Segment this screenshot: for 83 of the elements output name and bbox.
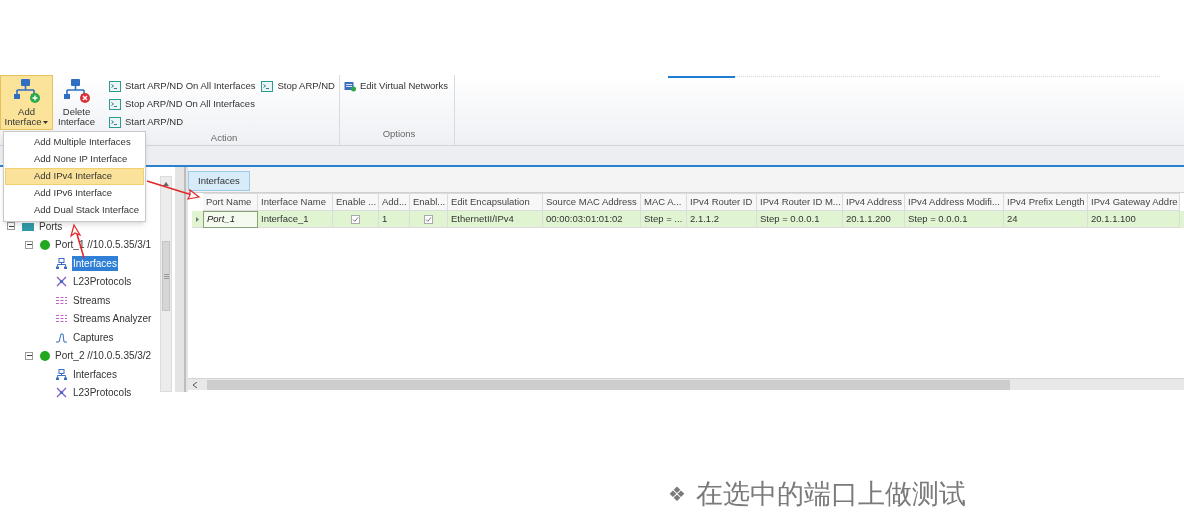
menu-item[interactable]: Add Multiple Interfaces bbox=[5, 134, 144, 151]
scroll-thumb[interactable] bbox=[162, 241, 170, 311]
column-header[interactable]: Source MAC Address bbox=[543, 193, 641, 211]
column-header[interactable]: Enable ... bbox=[333, 193, 379, 211]
command-button[interactable]: Start ARP/ND bbox=[109, 113, 256, 131]
minus-icon bbox=[8, 223, 14, 229]
tree-item[interactable]: Interfaces bbox=[72, 366, 118, 382]
table-cell: Interface_1 bbox=[258, 211, 333, 228]
tree-item[interactable]: Streams Analyzer bbox=[72, 311, 153, 327]
table-cell: 00:00:03:01:01:02 bbox=[543, 211, 641, 228]
terminal-icon bbox=[109, 80, 121, 92]
menu-item[interactable]: Add Dual Stack Interface bbox=[5, 202, 144, 219]
table-cell: Step = ... bbox=[641, 211, 687, 228]
cell-input[interactable]: Port_1 bbox=[203, 211, 258, 228]
bullet-glyph: ❖ bbox=[668, 481, 686, 509]
table-cell: EthernetII/IPv4 bbox=[448, 211, 543, 228]
column-header[interactable]: IPv4 Router ID M... bbox=[757, 193, 843, 211]
command-button[interactable]: Edit Virtual Networks bbox=[344, 77, 448, 95]
column-header[interactable]: Interface Name bbox=[258, 193, 333, 211]
terminal-icon bbox=[109, 98, 121, 110]
table-row[interactable]: Port_1 Interface_1 1 EthernetII/IPv4 00:00:03:01:01:02 Step = ... 2.1.1.2 Step = 0.0.0.1 20.1.1.200 Step = 0.0.0.1 24 20.1.1.100 bbox=[192, 211, 1184, 228]
table-cell: 20.1.1.200 bbox=[843, 211, 905, 228]
network-delete-icon bbox=[62, 78, 91, 104]
column-header[interactable]: Add... bbox=[379, 193, 410, 211]
menu-item[interactable]: Add IPv4 Interface bbox=[5, 168, 144, 185]
ribbon-button[interactable]: Delete Interface bbox=[53, 75, 100, 130]
grip-icon bbox=[163, 273, 169, 279]
tree-item[interactable]: L23Protocols bbox=[72, 274, 133, 290]
table-cell: 20.1.1.100 bbox=[1088, 211, 1180, 228]
minus-icon bbox=[26, 353, 32, 359]
column-header[interactable]: Enabl... bbox=[410, 193, 448, 211]
table-cell: 2.1.1.2 bbox=[687, 211, 757, 228]
checkbox[interactable] bbox=[351, 214, 360, 224]
cross-arrows-icon bbox=[56, 387, 68, 399]
tree-item[interactable]: Interfaces bbox=[72, 255, 118, 271]
scroll-thumb[interactable] bbox=[207, 379, 1010, 390]
column-header[interactable]: IPv4 Router ID bbox=[687, 193, 757, 211]
network-icon bbox=[56, 257, 68, 269]
checkbox[interactable] bbox=[424, 214, 433, 224]
waveform-icon bbox=[56, 331, 68, 343]
tree-item[interactable]: L23Protocols bbox=[72, 385, 133, 401]
terminal-icon bbox=[261, 80, 274, 92]
column-header[interactable]: IPv4 Prefix Length bbox=[1004, 193, 1088, 211]
menu-item[interactable]: Add IPv6 Interface bbox=[5, 185, 144, 202]
table-cell: 1 bbox=[379, 211, 410, 228]
folder-icon bbox=[22, 220, 34, 232]
expand-toggle[interactable] bbox=[25, 240, 33, 249]
tab[interactable]: Interfaces bbox=[188, 171, 250, 191]
stream-lines-icon bbox=[56, 294, 68, 306]
command-button[interactable]: Stop ARP/ND bbox=[261, 77, 335, 95]
tree-item[interactable]: Streams bbox=[72, 292, 112, 308]
tree-item[interactable]: Port_2 //10.0.5.35/3/2 bbox=[54, 348, 153, 364]
menu-item[interactable]: Add None IP Interface bbox=[5, 151, 144, 168]
column-header[interactable]: Port Name bbox=[203, 193, 258, 211]
horizontal-scrollbar[interactable] bbox=[188, 378, 1184, 390]
expand-toggle[interactable] bbox=[25, 351, 33, 360]
table-cell: Step = 0.0.0.1 bbox=[905, 211, 1004, 228]
column-header[interactable]: IPv4 Address bbox=[843, 193, 905, 211]
network-panel-icon bbox=[344, 80, 356, 92]
command-button[interactable]: Stop ARP/ND On All Interfaces bbox=[109, 95, 256, 113]
command-button[interactable]: Start ARP/ND On All Interfaces bbox=[109, 77, 256, 95]
expand-toggle[interactable] bbox=[7, 222, 15, 231]
column-header[interactable]: Edit Encapsulation bbox=[448, 193, 543, 211]
terminal-icon bbox=[109, 116, 121, 128]
tree-item[interactable]: Captures bbox=[72, 329, 115, 345]
cross-arrows-icon bbox=[56, 276, 68, 288]
table-cell: 24 bbox=[1004, 211, 1088, 228]
column-header[interactable]: IPv4 Gateway Addre bbox=[1088, 193, 1180, 211]
network-icon bbox=[56, 368, 68, 380]
table-cell: Step = 0.0.0.1 bbox=[757, 211, 843, 228]
tree-item[interactable]: Ports bbox=[38, 218, 64, 234]
stream-lines-icon bbox=[56, 313, 68, 325]
ribbon-button[interactable]: Add Interface bbox=[0, 75, 53, 130]
up-arrow-icon[interactable] bbox=[163, 182, 169, 186]
column-header[interactable]: MAC A... bbox=[641, 193, 687, 211]
network-add-icon bbox=[12, 78, 41, 104]
group-label: Options bbox=[382, 126, 416, 141]
row-pointer-icon bbox=[196, 216, 199, 222]
minus-icon bbox=[26, 242, 32, 248]
slide-caption: 在选中的端口上做测试 bbox=[695, 477, 966, 511]
scrollbar[interactable] bbox=[160, 176, 172, 392]
column-header[interactable]: IPv4 Address Modifi... bbox=[905, 193, 1004, 211]
group-label: Action bbox=[210, 131, 238, 145]
